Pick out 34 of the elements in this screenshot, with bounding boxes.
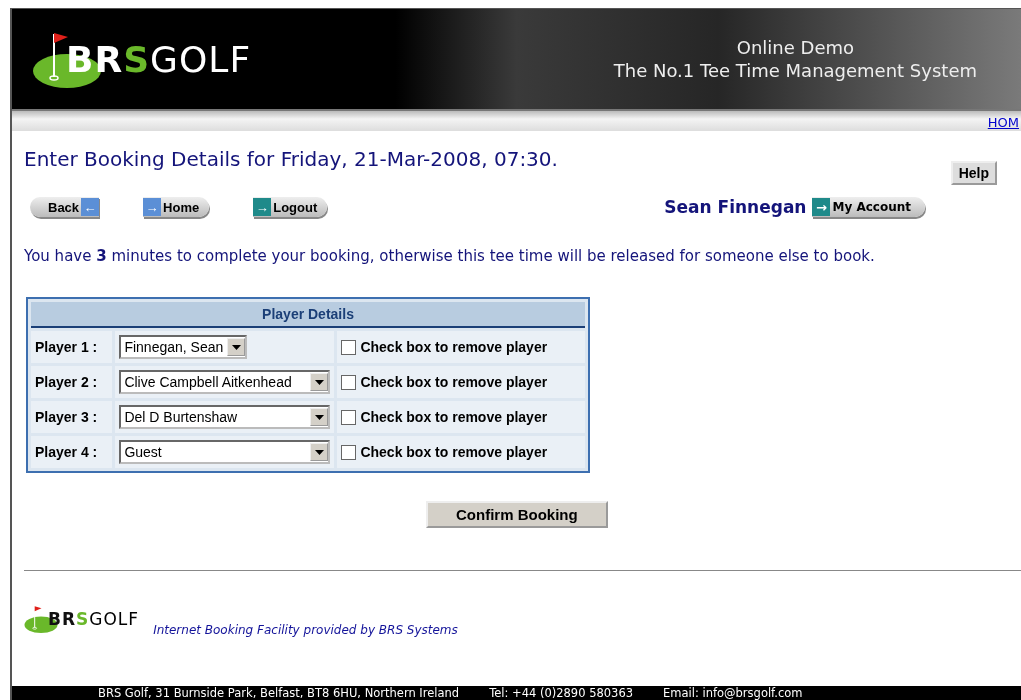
player-label: Player 2 : [31, 366, 113, 398]
home-button[interactable]: → Home [143, 197, 210, 217]
logo-text: BRSGOLF [48, 609, 140, 629]
logo-text: BRSGOLF [66, 38, 252, 80]
player-select[interactable]: Clive Campbell Aitkenhead [119, 370, 331, 394]
remove-player-label: Check box to remove player [360, 339, 548, 355]
phone-text: Tel: +44 (0)2890 580363 [489, 686, 634, 700]
player-select[interactable]: Guest [119, 440, 331, 464]
remove-checkbox[interactable] [341, 409, 357, 425]
remove-checkbox[interactable] [341, 444, 357, 460]
back-button[interactable]: Back ← [30, 197, 100, 217]
remove-player-label: Check box to remove player [360, 444, 548, 460]
table-heading: Player Details [31, 302, 585, 328]
help-button[interactable]: Help [950, 161, 997, 185]
logout-button[interactable]: → Logout [253, 197, 328, 217]
user-name: Sean Finnegan [664, 197, 807, 217]
credit-text: Internet Booking Facility provided by BRS Systems [153, 623, 458, 637]
player-select[interactable]: Finnegan, Sean [119, 335, 248, 359]
remove-checkbox[interactable] [341, 339, 357, 355]
address-text: BRS Golf, 31 Burnside Park, Belfast, BT8 6HU, Northern Ireland [98, 686, 460, 700]
email-text: Email: info@brsgolf.com [663, 686, 803, 700]
player-label: Player 3 : [31, 401, 113, 433]
player-select[interactable]: Del D Burtenshaw [119, 405, 331, 429]
my-account-button[interactable]: → My Account [812, 197, 925, 217]
player-label: Player 1 : [31, 331, 113, 363]
tagline: Online Demo The No.1 Tee Time Management System [613, 36, 977, 82]
remove-player-label: Check box to remove player [360, 409, 548, 425]
confirm-booking-button[interactable]: Confirm Booking [426, 501, 608, 528]
booking-timer-message: You have 3 minutes to complete your booking, otherwise this tee time will be released for someone else to book. [24, 247, 876, 265]
page-title: Enter Booking Details for Friday, 21-Mar-2008, 07:30. [24, 147, 558, 171]
remove-player-label: Check box to remove player [360, 374, 548, 390]
player-label: Player 4 : [31, 436, 113, 468]
remove-checkbox[interactable] [341, 374, 357, 390]
nav-link[interactable]: HOM [987, 115, 1019, 131]
